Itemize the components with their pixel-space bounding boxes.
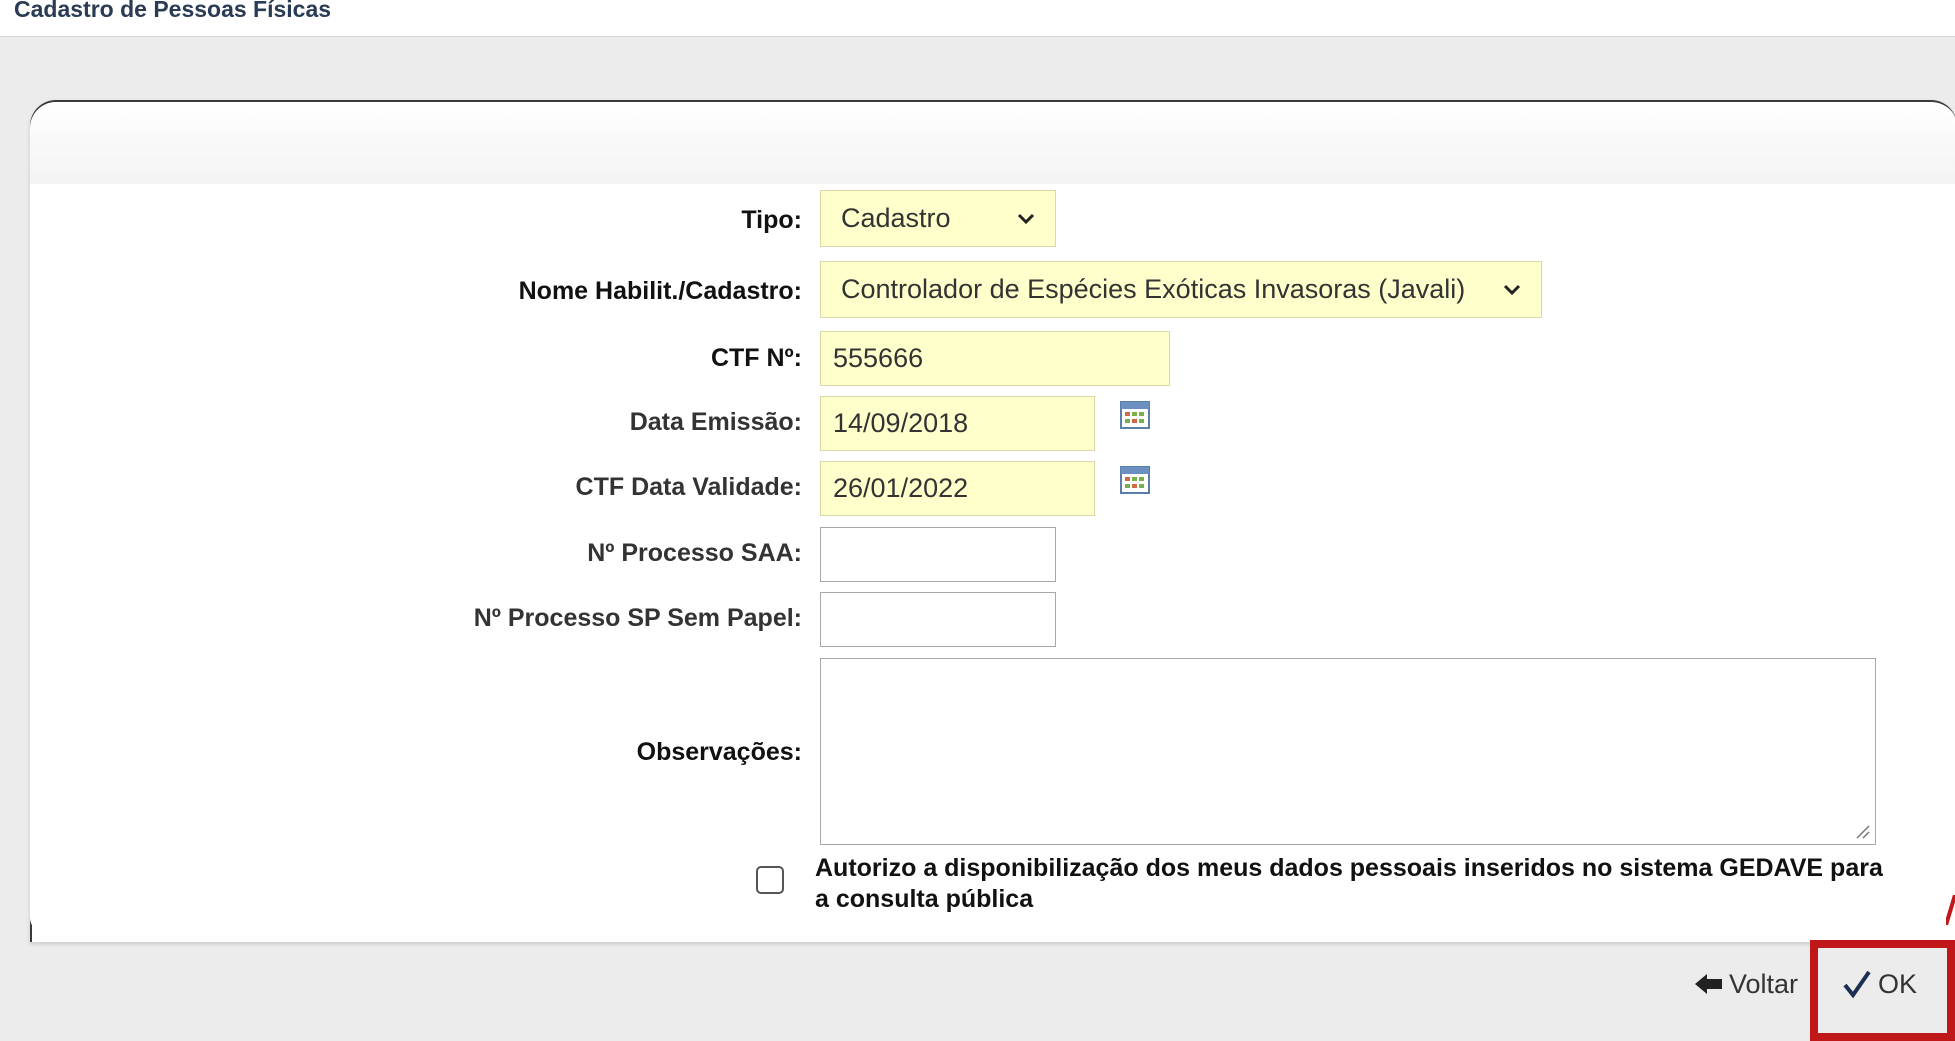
consent-text: Autorizo a disponibilização dos meus dad… <box>815 854 1883 913</box>
processo-saa-input[interactable] <box>820 527 1056 582</box>
nome-habilit-select[interactable]: Controlador de Espécies Exóticas Invasor… <box>820 261 1542 318</box>
processo-saa-label: Nº Processo SAA: <box>587 539 802 567</box>
ok-button[interactable]: OK <box>1842 966 1917 1002</box>
voltar-button[interactable]: Voltar <box>1695 966 1798 1002</box>
annotation-arrow <box>1946 895 1955 925</box>
voltar-label: Voltar <box>1729 968 1799 999</box>
tipo-value: Cadastro <box>841 203 951 233</box>
title-bar: Cadastro de Pessoas Físicas <box>0 0 1955 37</box>
tipo-select[interactable]: Cadastro <box>820 190 1056 247</box>
ok-label: OK <box>1878 968 1918 999</box>
checkmark-icon <box>1843 970 1871 999</box>
consent-checkbox[interactable] <box>756 866 784 894</box>
observacoes-textarea[interactable] <box>820 658 1876 845</box>
nome-habilit-value: Controlador de Espécies Exóticas Invasor… <box>841 274 1466 304</box>
chevron-down-icon <box>1017 213 1035 224</box>
processo-sp-input[interactable] <box>820 592 1056 647</box>
data-emissao-input[interactable]: 14/09/2018 <box>820 396 1095 451</box>
ctf-data-validade-label: CTF Data Validade: <box>575 473 802 501</box>
chevron-down-icon <box>1503 284 1521 295</box>
page-title: Cadastro de Pessoas Físicas <box>14 0 332 22</box>
calendar-icon[interactable] <box>1120 400 1150 430</box>
ctf-numero-input[interactable]: 555666 <box>820 331 1170 386</box>
nome-habilit-label: Nome Habilit./Cadastro: <box>518 277 802 305</box>
ctf-numero-label: CTF Nº: <box>710 344 802 372</box>
processo-sp-label: Nº Processo SP Sem Papel: <box>473 604 802 632</box>
data-emissao-label: Data Emissão: <box>629 408 802 436</box>
back-arrow-icon <box>1695 974 1722 994</box>
calendar-icon[interactable] <box>1120 465 1150 495</box>
observacoes-label: Observações: <box>636 738 802 766</box>
ctf-data-validade-input[interactable]: 26/01/2022 <box>820 461 1095 516</box>
tipo-label: Tipo: <box>741 206 802 234</box>
resize-grip-icon[interactable] <box>1853 822 1871 840</box>
panel-header <box>30 102 1955 186</box>
